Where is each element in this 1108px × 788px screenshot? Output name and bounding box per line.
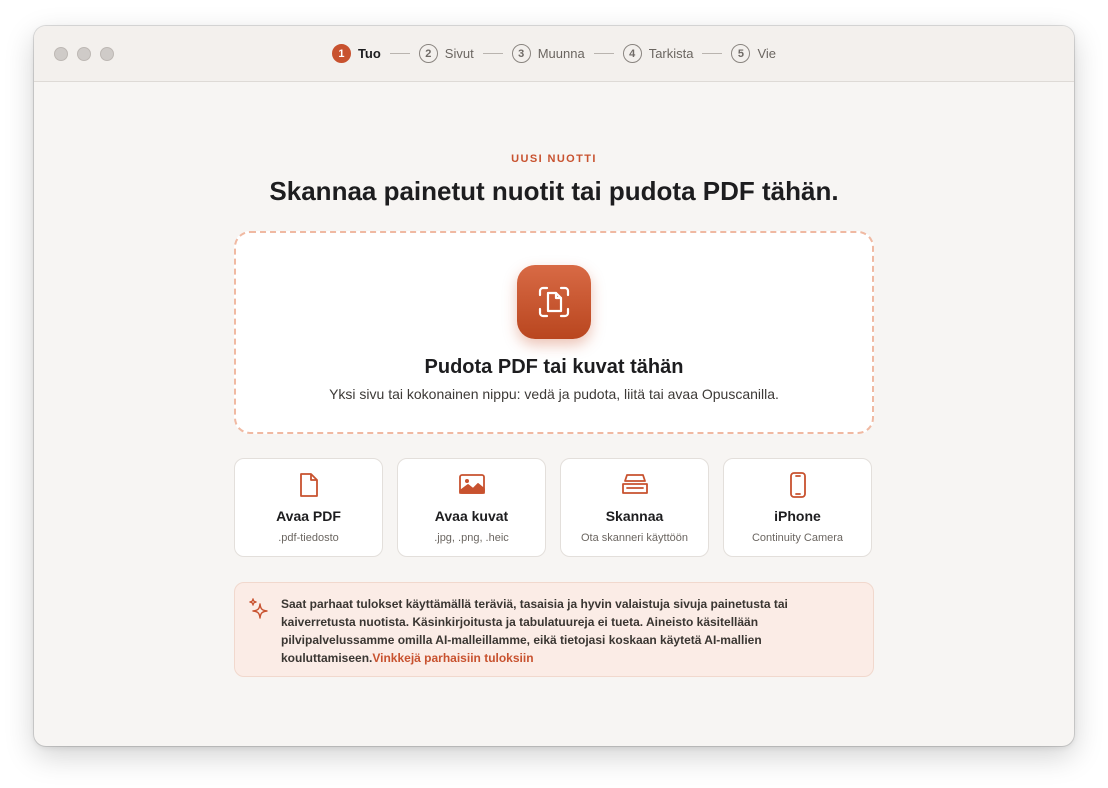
card-title: Avaa kuvat xyxy=(434,508,509,524)
step-convert[interactable]: 3 Muunna xyxy=(511,44,585,63)
step-pages[interactable]: 2 Sivut xyxy=(418,44,474,63)
step-label: Muunna xyxy=(537,46,585,61)
step-label: Tarkista xyxy=(648,46,694,61)
step-number: 2 xyxy=(418,44,438,63)
step-number: 1 xyxy=(331,44,351,63)
import-options: Avaa PDF .pdf-tiedosto Avaa kuvat .jpg, … xyxy=(234,458,874,557)
tips-body: Saat parhaat tulokset käyttämällä terävi… xyxy=(281,597,788,665)
sparkle-icon xyxy=(249,598,269,625)
step-import[interactable]: 1 Tuo xyxy=(331,44,381,63)
card-subtitle: .jpg, .png, .heic xyxy=(434,532,509,544)
step-number: 5 xyxy=(731,44,751,63)
tips-link[interactable]: Vinkkejä parhaisiin tuloksiin xyxy=(372,651,533,665)
step-label: Tuo xyxy=(357,46,381,61)
app-window: 1 Tuo 2 Sivut 3 Muunna 4 Tarkista 5 Vie xyxy=(34,26,1074,746)
card-subtitle: Ota skanneri käyttöön xyxy=(580,532,688,544)
step-separator xyxy=(702,53,723,54)
open-images-button[interactable]: Avaa kuvat .jpg, .png, .heic xyxy=(397,458,546,557)
card-title: iPhone xyxy=(774,508,821,524)
tips-text: Saat parhaat tulokset käyttämällä terävi… xyxy=(281,595,841,667)
iphone-icon xyxy=(724,472,871,498)
title-bar: 1 Tuo 2 Sivut 3 Muunna 4 Tarkista 5 Vie xyxy=(34,26,1074,82)
iphone-camera-button[interactable]: iPhone Continuity Camera xyxy=(723,458,872,557)
step-number: 3 xyxy=(511,44,531,63)
step-label: Sivut xyxy=(444,46,474,61)
document-scan-icon xyxy=(517,265,591,339)
card-subtitle: Continuity Camera xyxy=(751,532,844,544)
tips-banner: Saat parhaat tulokset käyttämällä terävi… xyxy=(234,582,874,677)
step-separator xyxy=(593,53,614,54)
drop-zone-title: Pudota PDF tai kuvat tähän xyxy=(424,356,684,378)
card-title: Skannaa xyxy=(605,508,664,524)
scan-button[interactable]: Skannaa Ota skanneri käyttöön xyxy=(560,458,709,557)
open-pdf-button[interactable]: Avaa PDF .pdf-tiedosto xyxy=(234,458,383,557)
step-number: 4 xyxy=(622,44,642,63)
section-eyebrow: UUSI NUOTTI xyxy=(511,153,597,165)
step-separator xyxy=(389,53,410,54)
photo-icon xyxy=(398,472,545,498)
card-subtitle: .pdf-tiedosto xyxy=(278,532,339,544)
step-export[interactable]: 5 Vie xyxy=(731,44,776,63)
scanner-icon xyxy=(561,472,708,498)
card-title: Avaa PDF xyxy=(276,508,341,524)
step-review[interactable]: 4 Tarkista xyxy=(622,44,694,63)
step-label: Vie xyxy=(757,46,777,61)
step-indicator: 1 Tuo 2 Sivut 3 Muunna 4 Tarkista 5 Vie xyxy=(34,44,1074,63)
file-drop-zone[interactable]: Pudota PDF tai kuvat tähän Yksi sivu tai… xyxy=(234,231,874,434)
step-separator xyxy=(482,53,503,54)
document-icon xyxy=(235,472,382,498)
drop-zone-subtitle: Yksi sivu tai kokonainen nippu: vedä ja … xyxy=(329,386,779,402)
page-title: Skannaa painetut nuotit tai pudota PDF t… xyxy=(269,176,839,206)
